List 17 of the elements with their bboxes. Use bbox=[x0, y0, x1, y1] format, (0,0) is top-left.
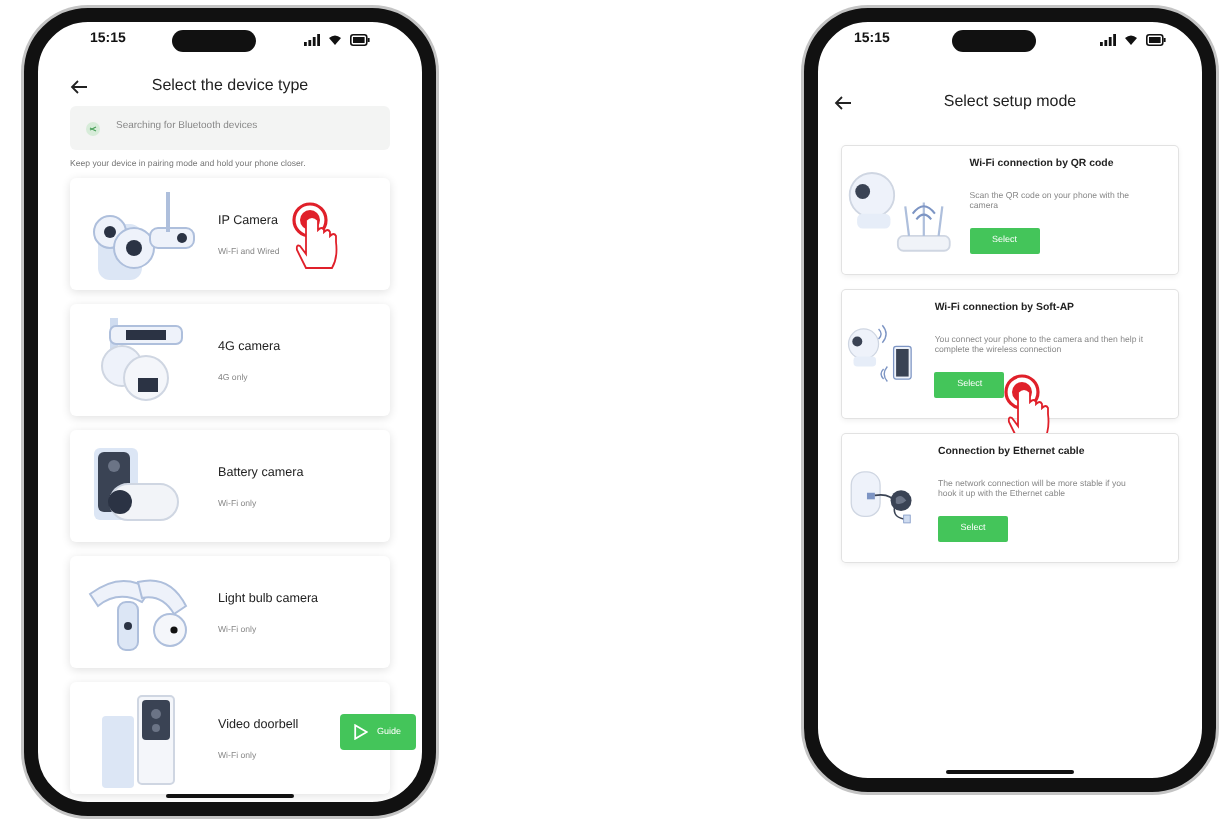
wifi-icon bbox=[328, 34, 342, 46]
back-arrow-icon[interactable] bbox=[834, 95, 852, 109]
screen-title: Select the device type bbox=[149, 74, 311, 98]
battery-icon bbox=[1146, 34, 1166, 46]
battery-icon bbox=[350, 34, 370, 46]
play-icon bbox=[354, 724, 369, 740]
home-indicator bbox=[166, 794, 294, 798]
dynamic-island bbox=[172, 29, 257, 51]
tap-hand-icon bbox=[290, 202, 342, 271]
bluetooth-search-icon bbox=[86, 121, 100, 135]
back-arrow-icon[interactable] bbox=[70, 79, 88, 93]
home-indicator bbox=[946, 770, 1074, 774]
screen-title: Select setup mode bbox=[941, 90, 1079, 114]
dynamic-island bbox=[952, 29, 1037, 51]
signal-icon bbox=[304, 34, 320, 46]
signal-icon bbox=[1100, 34, 1116, 46]
wifi-icon bbox=[1124, 34, 1138, 46]
